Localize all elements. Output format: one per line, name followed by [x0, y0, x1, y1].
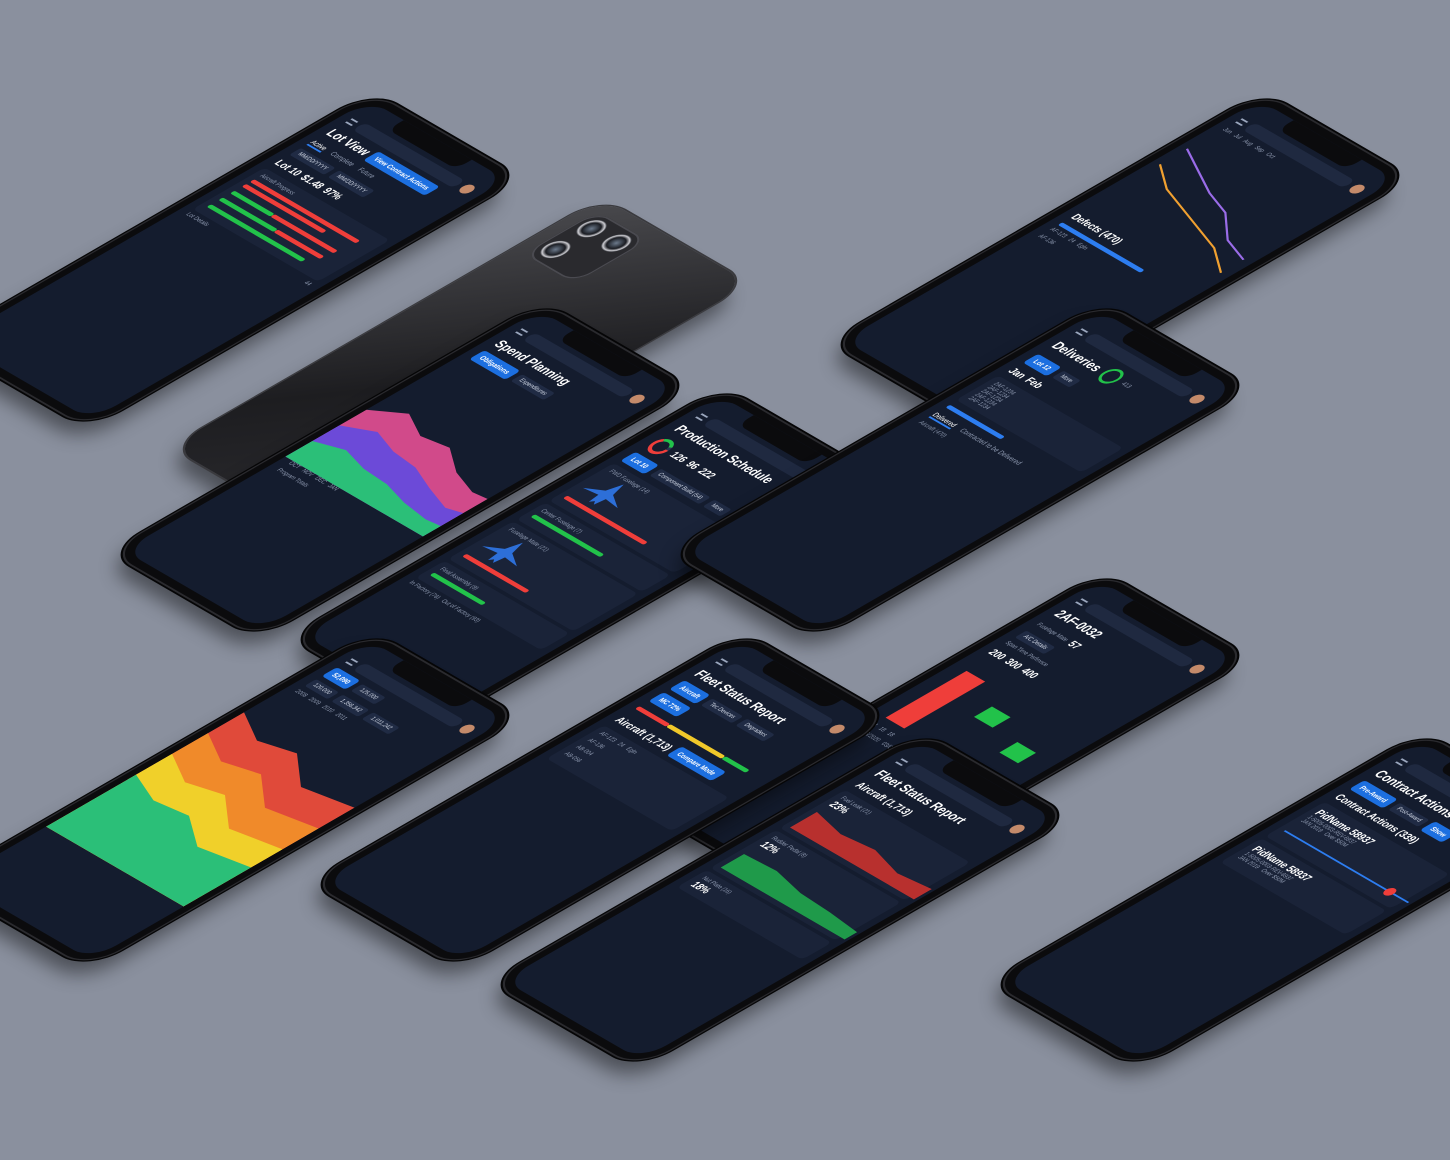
status-bar [720, 756, 750, 773]
camera-lens [595, 230, 638, 256]
cell: Egln [623, 746, 639, 756]
menu-icon[interactable] [1075, 598, 1089, 607]
lot-count: 44 [301, 280, 313, 287]
tab-future[interactable]: Future [353, 166, 377, 180]
year-label: 2008 [292, 688, 309, 699]
camera-module [523, 211, 648, 284]
bar-value: 18 [884, 731, 896, 738]
tail-row[interactable]: AF-123 [597, 731, 618, 743]
phone-contract-actions: Contract Actions Pre-Award Post-Award Show… [989, 732, 1450, 1068]
menu-icon[interactable] [1395, 758, 1409, 767]
bar-value: 18 [876, 726, 888, 733]
filter-more-button[interactable]: More [1051, 370, 1081, 388]
bar-green [973, 706, 1011, 728]
year-label: 2010 [319, 704, 336, 714]
avatar[interactable] [1186, 392, 1208, 406]
cell: 24 [615, 741, 627, 749]
bar-red [885, 670, 986, 729]
menu-icon[interactable] [895, 758, 909, 767]
contract-screen: Contract Actions Pre-Award Post-Award Show… [1003, 739, 1450, 1061]
avatar[interactable] [456, 722, 478, 736]
tab-active[interactable]: Active [306, 139, 330, 153]
avatar[interactable] [456, 182, 478, 196]
tail-base: Egln [1074, 242, 1090, 252]
stat-total: 222 [694, 466, 720, 481]
count-badge: 413 [1119, 381, 1134, 390]
avatar[interactable] [1186, 662, 1208, 676]
avatar[interactable] [1006, 822, 1028, 836]
menu-icon[interactable] [345, 118, 359, 127]
menu-icon[interactable] [715, 658, 729, 667]
axis-value: 400 [1017, 665, 1043, 681]
tail-row[interactable]: AF-136 [1036, 234, 1057, 246]
filter-more-button[interactable]: More [702, 499, 732, 517]
menu-icon[interactable] [695, 413, 709, 422]
lot-pct: 97% [319, 185, 347, 202]
avatar[interactable] [826, 722, 848, 736]
menu-icon[interactable] [1235, 118, 1249, 127]
camera-lens [534, 237, 577, 262]
stage-card[interactable]: Fuselage Mate (21) [448, 521, 639, 632]
menu-icon[interactable] [515, 328, 529, 337]
bar-green [999, 742, 1036, 764]
tail-row[interactable]: AB-056 [562, 751, 583, 763]
series-line [1158, 164, 1223, 274]
menu-icon[interactable] [1075, 328, 1089, 337]
year-label: 2009 [306, 696, 323, 706]
year-label: 2011 [332, 712, 349, 722]
tail-row[interactable]: AF-136 [586, 738, 607, 750]
avatar[interactable] [626, 392, 648, 406]
avatar[interactable] [1346, 182, 1368, 196]
tail-count: 24 [1065, 237, 1077, 244]
menu-icon[interactable] [345, 658, 359, 667]
tail-row[interactable]: AB-004 [574, 745, 595, 757]
month-feb: Feb [1021, 375, 1048, 391]
